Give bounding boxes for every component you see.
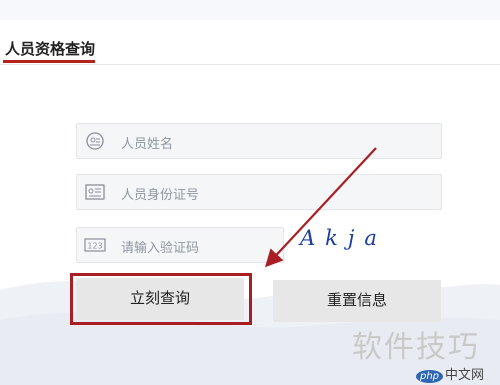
watermark-text: 软件技巧 <box>352 330 480 365</box>
site-name: 中文网 <box>445 368 485 383</box>
site-logo: php 中文网 <box>416 364 484 383</box>
php-badge-icon: php <box>416 370 444 383</box>
